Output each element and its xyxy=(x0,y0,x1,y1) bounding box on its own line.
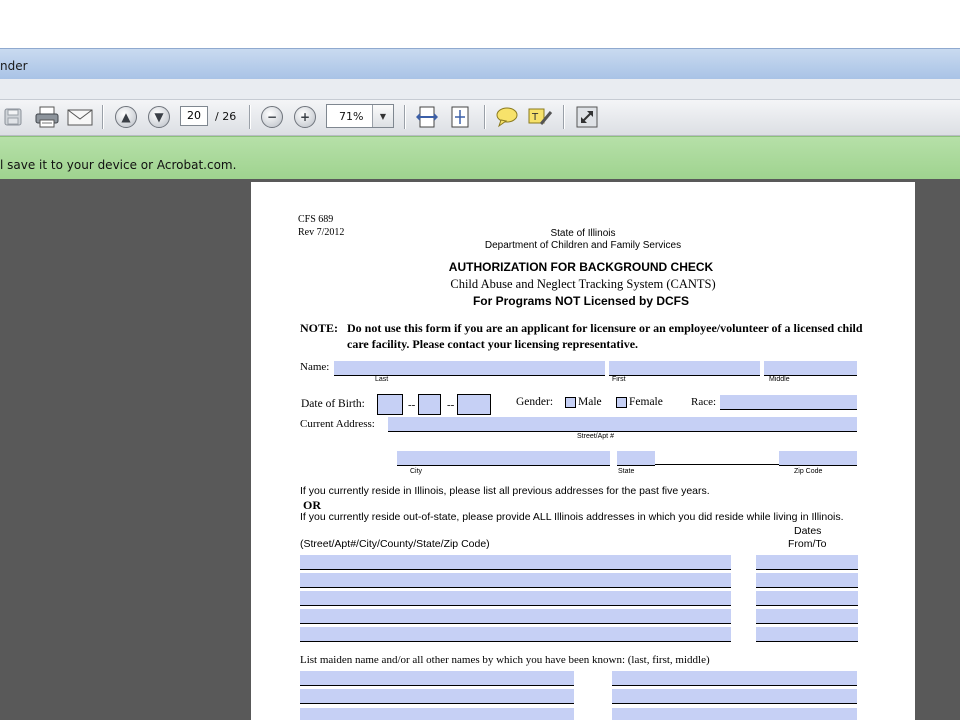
last-name-field[interactable] xyxy=(334,361,605,376)
city-field[interactable] xyxy=(397,451,610,466)
print-button[interactable] xyxy=(33,103,61,131)
info-banner: l save it to your device or Acrobat.com. xyxy=(0,136,960,180)
date-of-birth-label: Date of Birth: xyxy=(301,398,365,410)
gender-label: Gender: xyxy=(516,396,554,408)
window-title-bar: nder xyxy=(0,48,960,80)
name-label: Name: xyxy=(300,361,330,373)
save-button[interactable] xyxy=(0,103,28,131)
dates-field-5[interactable] xyxy=(756,627,858,642)
fit-width-icon xyxy=(416,106,438,128)
form-subtitle-2: For Programs NOT Licensed by DCFS xyxy=(472,294,690,308)
state-field[interactable] xyxy=(617,451,655,466)
page-total-label: / 26 xyxy=(215,110,237,123)
maiden-name-text: List maiden name and/or all other names … xyxy=(300,654,710,666)
form-state: State of Illinois xyxy=(550,228,616,239)
caption-middle: Middle xyxy=(769,376,790,383)
form-subtitle: Child Abuse and Neglect Tracking System … xyxy=(450,277,716,291)
zoom-in-icon: + xyxy=(294,106,316,128)
zip-code-field[interactable] xyxy=(779,451,857,466)
female-label: Female xyxy=(629,396,663,408)
dates-header: Dates xyxy=(794,525,822,537)
dates-field-3[interactable] xyxy=(756,591,858,606)
fit-width-button[interactable] xyxy=(413,103,441,131)
other-name-field-6[interactable] xyxy=(612,708,857,720)
race-label: Race: xyxy=(691,396,717,408)
zoom-value: 71% xyxy=(339,110,364,123)
previous-address-field-2[interactable] xyxy=(300,573,731,588)
window-title: nder xyxy=(0,59,28,73)
previous-address-field-1[interactable] xyxy=(300,555,731,570)
male-label: Male xyxy=(578,396,602,408)
zoom-out-icon: − xyxy=(261,106,283,128)
note-line-2: care facility. Please contact your licen… xyxy=(347,337,639,351)
form-department: Department of Children and Family Servic… xyxy=(484,240,682,251)
note-line-1: Do not use this form if you are an appli… xyxy=(347,321,863,335)
print-icon xyxy=(35,106,59,128)
other-name-field-5[interactable] xyxy=(300,708,574,720)
fit-page-button[interactable] xyxy=(446,103,474,131)
form-title: AUTHORIZATION FOR BACKGROUND CHECK xyxy=(448,260,714,274)
chevron-down-icon[interactable]: ▼ xyxy=(372,105,393,127)
caption-city: City xyxy=(410,468,423,475)
middle-name-field[interactable] xyxy=(764,361,857,376)
reside-out-of-state-text: If you currently reside out-of-state, pl… xyxy=(300,511,844,523)
highlight-icon: T xyxy=(528,108,553,125)
prev-page-icon: ▲ xyxy=(115,106,137,128)
fullscreen-icon xyxy=(576,106,598,128)
address-columns-header: (Street/Apt#/City/County/State/Zip Code) xyxy=(300,538,490,550)
form-code: CFS 689 xyxy=(298,214,334,225)
female-checkbox[interactable] xyxy=(616,397,627,408)
caption-last: Last xyxy=(375,376,389,383)
reside-illinois-text: If you currently reside in Illinois, ple… xyxy=(300,485,710,497)
next-page-icon: ▼ xyxy=(148,106,170,128)
note-label: NOTE: xyxy=(300,321,339,335)
comment-button[interactable] xyxy=(493,103,521,131)
toolbar: ▲ ▼ − + T xyxy=(0,100,960,136)
other-name-field-2[interactable] xyxy=(612,671,857,686)
pdf-page: CFS 689 Rev 7/2012 State of Illinois Dep… xyxy=(251,182,915,720)
caption-first: First xyxy=(612,376,626,383)
zoom-in-button[interactable]: + xyxy=(291,103,319,131)
other-name-field-1[interactable] xyxy=(300,671,574,686)
email-button[interactable] xyxy=(66,103,94,131)
fullscreen-button[interactable] xyxy=(573,103,601,131)
current-address-label: Current Address: xyxy=(300,418,375,430)
street-address-field[interactable] xyxy=(388,417,857,432)
menu-bar xyxy=(0,79,960,100)
dob-separator: -- xyxy=(408,399,416,411)
svg-text:T: T xyxy=(531,112,539,123)
dob-year-field[interactable] xyxy=(457,394,491,415)
caption-street: Street/Apt # xyxy=(577,433,614,440)
previous-page-button[interactable]: ▲ xyxy=(112,103,140,131)
dates-field-4[interactable] xyxy=(756,609,858,624)
dob-day-field[interactable] xyxy=(418,394,441,415)
race-field[interactable] xyxy=(720,395,857,410)
highlight-button[interactable]: T xyxy=(526,103,554,131)
page-number-input[interactable] xyxy=(180,106,208,126)
dob-separator: -- xyxy=(447,399,455,411)
dates-field-1[interactable] xyxy=(756,555,858,570)
previous-address-field-4[interactable] xyxy=(300,609,731,624)
info-banner-text: l save it to your device or Acrobat.com. xyxy=(0,158,237,172)
zoom-out-button[interactable]: − xyxy=(258,103,286,131)
other-name-field-3[interactable] xyxy=(300,689,574,704)
next-page-button[interactable]: ▼ xyxy=(145,103,173,131)
dates-field-2[interactable] xyxy=(756,573,858,588)
previous-address-field-5[interactable] xyxy=(300,627,731,642)
caption-zip: Zip Code xyxy=(794,468,823,475)
zoom-select[interactable]: 71% ▼ xyxy=(326,104,394,128)
dob-month-field[interactable] xyxy=(377,394,403,415)
other-name-field-4[interactable] xyxy=(612,689,857,704)
save-icon xyxy=(4,108,22,126)
male-checkbox[interactable] xyxy=(565,397,576,408)
comment-icon xyxy=(496,107,518,128)
first-name-field[interactable] xyxy=(609,361,760,376)
email-icon xyxy=(67,109,93,126)
fit-page-icon xyxy=(451,106,469,128)
previous-address-field-3[interactable] xyxy=(300,591,731,606)
from-to-header: From/To xyxy=(788,538,827,550)
caption-state: State xyxy=(618,468,635,475)
